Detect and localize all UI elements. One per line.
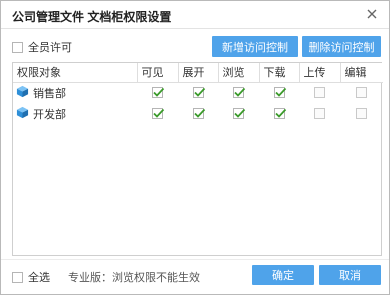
footer-divider — [1, 259, 389, 260]
permission-cell-browse — [218, 103, 259, 124]
permission-cell-upload — [299, 82, 340, 103]
column-header-edit: 编辑 — [340, 63, 383, 83]
permission-checkbox-browse[interactable] — [233, 87, 246, 99]
permission-checkbox-visible[interactable] — [152, 87, 165, 99]
all-members-label: 全员许可 — [28, 42, 72, 54]
permission-object: 销售部 — [16, 85, 137, 101]
edition-note: 专业版：浏览权限不能生效 — [68, 272, 200, 284]
permission-cell-expand — [178, 82, 218, 103]
department-cube-icon — [16, 85, 29, 101]
permission-object-cell: 销售部 — [13, 82, 137, 103]
title-bar: 公司管理文件 文档柜权限设置 — [1, 1, 389, 29]
permission-checkbox-visible[interactable] — [152, 108, 165, 120]
permission-cell-edit — [340, 103, 383, 124]
table-row[interactable]: 销售部 — [13, 82, 383, 103]
close-icon[interactable] — [363, 5, 381, 23]
permission-object: 开发部 — [16, 106, 137, 122]
table-row[interactable]: 开发部 — [13, 103, 383, 124]
permission-dialog: 公司管理文件 文档柜权限设置 全员许可 新增访问控制 删除访问控制 权限对象 可… — [0, 0, 390, 295]
ok-button[interactable]: 确定 — [252, 265, 314, 285]
permission-checkbox-upload[interactable] — [314, 87, 325, 99]
permission-checkbox-download[interactable] — [273, 87, 286, 99]
column-header-expand: 展开 — [178, 63, 219, 83]
permission-cell-browse — [218, 82, 259, 103]
permission-cell-upload — [299, 103, 340, 124]
select-all-label: 全选 — [28, 272, 50, 284]
column-header-browse: 浏览 — [218, 63, 260, 83]
permission-cell-edit — [340, 82, 383, 103]
add-access-control-button[interactable]: 新增访问控制 — [212, 36, 298, 57]
cancel-button[interactable]: 取消 — [319, 265, 381, 285]
permission-checkbox-edit[interactable] — [356, 108, 367, 120]
permission-checkbox-browse[interactable] — [233, 108, 246, 120]
permission-object-name: 销售部 — [33, 87, 66, 100]
permission-cell-expand — [178, 103, 218, 124]
column-header-object: 权限对象 — [13, 63, 138, 83]
column-header-upload: 上传 — [299, 63, 341, 83]
department-cube-icon — [16, 106, 29, 122]
permission-checkbox-expand[interactable] — [192, 87, 205, 99]
permission-checkbox-expand[interactable] — [192, 108, 205, 120]
column-header-visible: 可见 — [137, 63, 179, 83]
permission-cell-download — [259, 82, 299, 103]
permission-table: 权限对象 可见 展开 浏览 下载 上传 编辑 销售部开发部 — [12, 62, 383, 256]
select-all-checkbox[interactable] — [12, 271, 23, 283]
permission-object-cell: 开发部 — [13, 103, 137, 124]
dialog-title: 公司管理文件 文档柜权限设置 — [12, 10, 172, 24]
all-members-permit[interactable]: 全员许可 — [12, 39, 72, 55]
permission-object-name: 开发部 — [33, 108, 66, 121]
permission-cell-visible — [137, 82, 178, 103]
permission-cell-download — [259, 103, 299, 124]
permission-checkbox-download[interactable] — [273, 108, 286, 120]
all-members-checkbox[interactable] — [12, 41, 23, 53]
permission-cell-visible — [137, 103, 178, 124]
column-header-download: 下载 — [259, 63, 300, 83]
permission-checkbox-edit[interactable] — [356, 87, 367, 99]
table-header-row: 权限对象 可见 展开 浏览 下载 上传 编辑 — [13, 63, 383, 83]
remove-access-control-button[interactable]: 删除访问控制 — [302, 36, 381, 57]
permission-checkbox-upload[interactable] — [314, 108, 325, 120]
select-all[interactable]: 全选 — [12, 269, 50, 285]
